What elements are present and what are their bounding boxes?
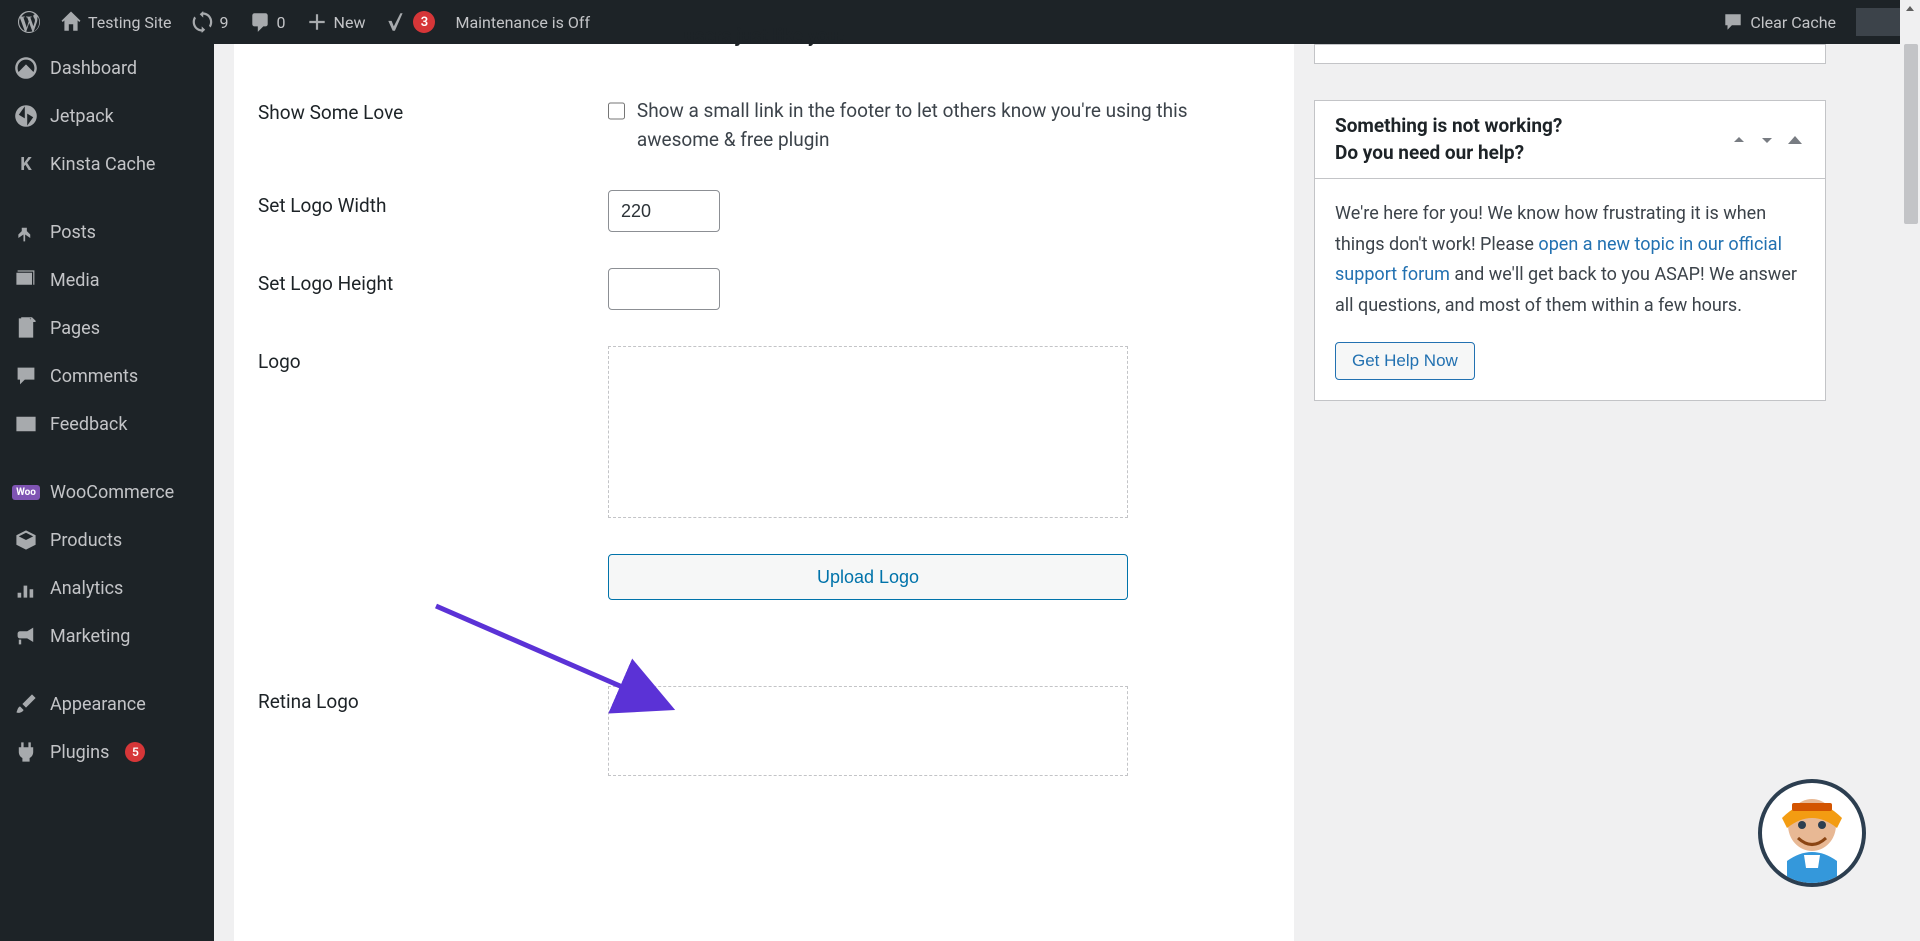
site-name-text: Testing Site	[88, 13, 172, 32]
sidebar-item-media[interactable]: Media	[0, 256, 214, 304]
form-row-logo-height: Set Logo Height	[258, 268, 1270, 310]
updates-link[interactable]: 9	[182, 0, 239, 44]
logo-height-input[interactable]	[608, 268, 720, 310]
form-row-logo: Logo Upload Logo	[258, 346, 1270, 600]
chevron-down-icon[interactable]	[1757, 130, 1777, 150]
retina-logo-dropzone[interactable]	[608, 686, 1128, 776]
show-love-label: Show Some Love	[258, 97, 608, 124]
page-scrollbar[interactable]	[1900, 0, 1920, 941]
sidebar-item-dashboard[interactable]: Dashboard	[0, 44, 214, 92]
caret-up-icon[interactable]	[1785, 130, 1805, 150]
logo-dropzone[interactable]	[608, 346, 1128, 518]
logo-height-label: Set Logo Height	[258, 268, 608, 295]
sidebar-item-jetpack[interactable]: Jetpack	[0, 92, 214, 140]
avatar-icon	[1762, 783, 1862, 883]
retina-logo-label: Retina Logo	[258, 686, 608, 713]
woo-icon: Woo	[12, 485, 40, 500]
sidebar-label: Pages	[50, 318, 100, 339]
main-content: users just like you. Show Some Love Show…	[214, 44, 1920, 941]
clear-cache-link[interactable]: Clear Cache	[1712, 11, 1846, 33]
sidebar-label: Feedback	[50, 414, 127, 435]
sidebar-item-comments[interactable]: Comments	[0, 352, 214, 400]
feedback-icon	[14, 412, 38, 436]
sidebar-label: Kinsta Cache	[50, 154, 155, 175]
logo-width-input[interactable]	[608, 190, 720, 232]
chevron-up-icon[interactable]	[1729, 130, 1749, 150]
home-icon	[60, 11, 82, 33]
analytics-icon	[14, 576, 38, 600]
form-row-logo-width: Set Logo Width	[258, 190, 1270, 232]
admin-sidebar: Dashboard Jetpack K Kinsta Cache Posts M…	[0, 44, 214, 941]
logo-label: Logo	[258, 346, 608, 373]
jetpack-icon	[14, 104, 38, 128]
kinsta-icon: K	[20, 154, 31, 175]
sidebar-item-woocommerce[interactable]: Woo WooCommerce	[0, 468, 214, 516]
help-title-1: Something is not working?	[1335, 113, 1562, 140]
site-name-link[interactable]: Testing Site	[50, 0, 182, 44]
megaphone-icon	[14, 624, 38, 648]
upload-logo-button[interactable]: Upload Logo	[608, 554, 1128, 600]
help-box: Something is not working? Do you need ou…	[1314, 100, 1826, 401]
sidebar-item-posts[interactable]: Posts	[0, 208, 214, 256]
sidebar-label: Marketing	[50, 626, 130, 647]
media-icon	[14, 268, 38, 292]
logo-width-label: Set Logo Width	[258, 190, 608, 217]
scrollbar-thumb[interactable]	[1904, 44, 1918, 224]
sidebar-item-products[interactable]: Products	[0, 516, 214, 564]
sidebar-item-marketing[interactable]: Marketing	[0, 612, 214, 660]
sidebar-label: Media	[50, 270, 100, 291]
sidebar-label: Plugins	[50, 742, 109, 763]
plugins-badge: 5	[125, 742, 145, 762]
help-panel: Something is not working? Do you need ou…	[1314, 44, 1826, 941]
sidebar-item-kinsta[interactable]: K Kinsta Cache	[0, 140, 214, 188]
clear-cache-label: Clear Cache	[1750, 13, 1836, 32]
settings-panel: users just like you. Show Some Love Show…	[234, 44, 1294, 941]
update-icon	[192, 11, 214, 33]
help-header: Something is not working? Do you need ou…	[1315, 101, 1825, 179]
help-title-2: Do you need our help?	[1335, 140, 1562, 167]
show-love-description: Show a small link in the footer to let o…	[637, 97, 1270, 154]
chat-avatar[interactable]	[1758, 779, 1866, 887]
fragment-text: users just like you.	[258, 24, 1270, 47]
sidebar-label: Products	[50, 530, 122, 551]
sidebar-item-analytics[interactable]: Analytics	[0, 564, 214, 612]
sidebar-label: Jetpack	[50, 106, 114, 127]
pin-icon	[14, 220, 38, 244]
products-icon	[14, 528, 38, 552]
dashboard-icon	[14, 56, 38, 80]
wordpress-logo[interactable]	[8, 0, 50, 44]
pages-icon	[14, 316, 38, 340]
comments-icon	[14, 364, 38, 388]
sidebar-item-plugins[interactable]: Plugins 5	[0, 728, 214, 776]
sidebar-label: Appearance	[50, 694, 146, 715]
get-help-button[interactable]: Get Help Now	[1335, 342, 1475, 380]
sidebar-label: Posts	[50, 222, 96, 243]
sidebar-item-appearance[interactable]: Appearance	[0, 680, 214, 728]
show-love-checkbox[interactable]	[608, 101, 625, 121]
sidebar-item-feedback[interactable]: Feedback	[0, 400, 214, 448]
sidebar-label: Comments	[50, 366, 138, 387]
brush-icon	[14, 692, 38, 716]
help-box-collapsed[interactable]	[1314, 44, 1826, 64]
help-body: We're here for you! We know how frustrat…	[1315, 179, 1825, 399]
sidebar-label: Dashboard	[50, 58, 137, 79]
sidebar-label: Analytics	[50, 578, 123, 599]
chat-icon	[1722, 11, 1744, 33]
wordpress-icon	[18, 11, 40, 33]
sidebar-label: WooCommerce	[50, 482, 174, 503]
plugin-icon	[14, 740, 38, 764]
sidebar-item-pages[interactable]: Pages	[0, 304, 214, 352]
form-row-retina-logo: Retina Logo	[258, 686, 1270, 776]
form-row-show-love: Show Some Love Show a small link in the …	[258, 97, 1270, 154]
scrollbar-up-arrow[interactable]	[1903, 2, 1917, 16]
updates-count: 9	[220, 13, 229, 32]
